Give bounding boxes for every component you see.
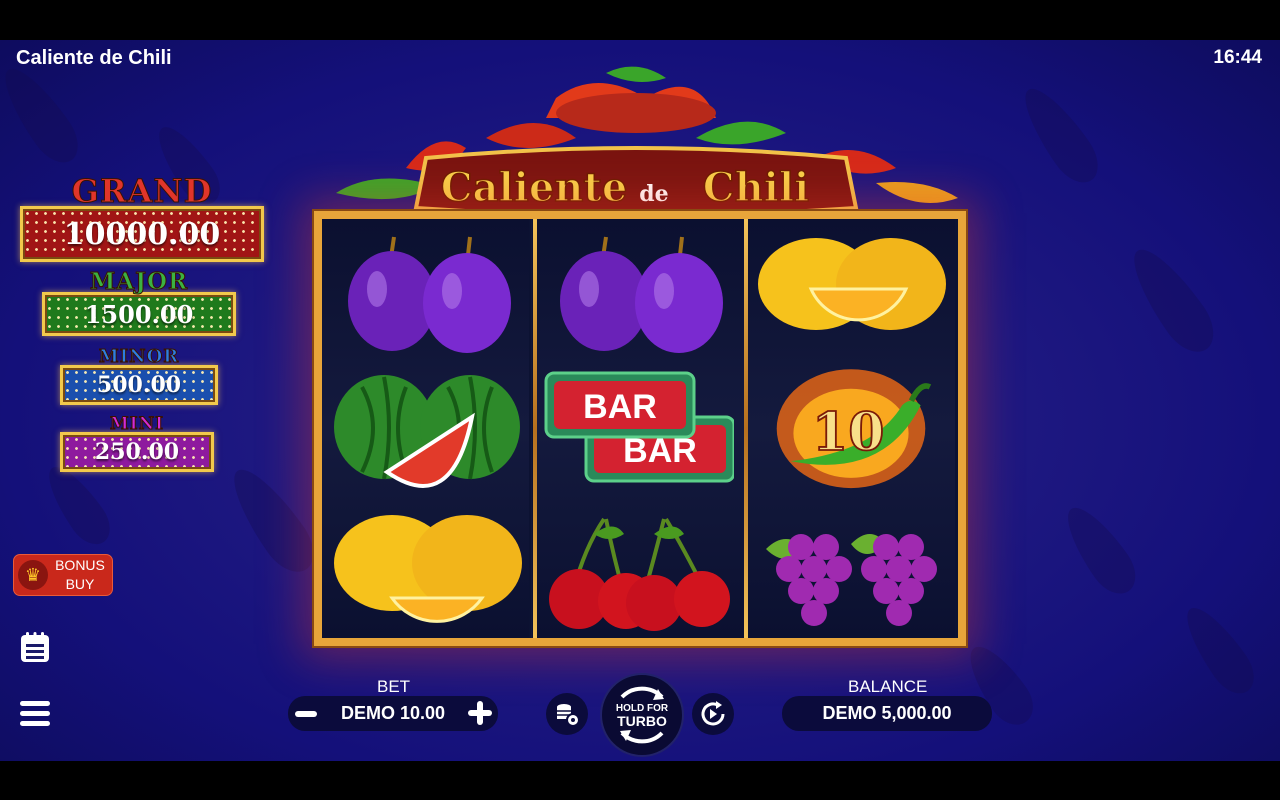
balance-label: BALANCE xyxy=(848,677,928,696)
menu-icon[interactable] xyxy=(18,697,52,731)
coins-settings-icon xyxy=(557,704,580,727)
bg-chili-decor xyxy=(0,58,88,172)
grapes-symbol xyxy=(766,534,937,626)
coin-settings-button[interactable] xyxy=(546,693,588,735)
jackpot-grand-value: 10000.00 xyxy=(63,216,221,252)
bg-chili-decor xyxy=(1119,238,1225,362)
cherry-symbol xyxy=(549,517,730,631)
jackpot-major-value: 1500.00 xyxy=(84,299,194,329)
chili-multiplier-symbol: 10 xyxy=(776,369,932,489)
game-title: Caliente de Chili xyxy=(16,47,172,69)
bonus-buy-button[interactable]: ♛ BONUS BUY xyxy=(13,554,113,596)
bg-chili-decor xyxy=(1012,78,1108,192)
jackpot-grand: GRAND 10000.00 xyxy=(20,172,264,262)
logo-word3: Chili xyxy=(703,164,810,211)
bar-text-front: BAR xyxy=(583,388,657,426)
balance-value: DEMO 5,000.00 xyxy=(822,703,952,723)
jackpot-minor-title: MINOR xyxy=(98,346,180,368)
jackpot-mini-value: 250.00 xyxy=(94,439,180,465)
jackpot-major: MAJOR 1500.00 xyxy=(42,268,236,336)
clock: 16:44 xyxy=(1213,47,1262,68)
jackpot-minor-value: 500.00 xyxy=(96,372,182,398)
jackpot-minor-box: 500.00 xyxy=(60,365,218,405)
jackpot-major-box: 1500.00 xyxy=(42,292,236,336)
paytable-icon[interactable] xyxy=(18,630,52,664)
jackpot-mini-box: 250.00 xyxy=(60,432,214,472)
bet-value: DEMO 10.00 xyxy=(340,703,446,723)
lemon-symbol xyxy=(758,238,946,330)
minus-icon[interactable] xyxy=(293,701,319,727)
spin-button[interactable]: HOLD FOR TURBO xyxy=(600,673,684,757)
bet-label: BET xyxy=(377,677,411,696)
plum-symbol xyxy=(348,236,511,353)
bonus-buy-line2: BUY xyxy=(65,576,95,592)
crown-icon: ♛ xyxy=(18,560,48,590)
jackpot-major-title: MAJOR xyxy=(89,268,189,296)
lemon-symbol xyxy=(334,515,522,623)
jackpot-grand-title: GRAND xyxy=(71,172,213,211)
bg-chili-decor xyxy=(219,458,325,582)
autoplay-button[interactable] xyxy=(692,693,734,735)
balance-display: DEMO 5,000.00 xyxy=(782,696,992,731)
jackpot-grand-box: 10000.00 xyxy=(20,206,264,262)
jackpot-mini-title: MINI xyxy=(109,414,165,435)
jackpot-minor: MINOR 500.00 xyxy=(60,346,218,405)
bar-symbol: BAR BAR xyxy=(544,371,734,483)
logo-word2: de xyxy=(639,181,668,207)
logo-word1: Caliente xyxy=(441,164,628,211)
chili-multiplier-value: 10 xyxy=(812,402,884,463)
bg-chili-decor xyxy=(1174,598,1264,702)
plus-icon[interactable] xyxy=(466,699,494,727)
autoplay-icon xyxy=(701,701,725,726)
spin-line2: TURBO xyxy=(617,713,667,729)
jackpot-mini: MINI 250.00 xyxy=(60,414,214,472)
reel-frame: BAR BAR 10 xyxy=(314,211,966,646)
watermelon-symbol xyxy=(334,375,520,488)
bg-chili-decor xyxy=(1054,497,1146,603)
plum-symbol xyxy=(560,236,723,353)
bonus-buy-line1: BONUS xyxy=(55,557,105,573)
game-logo: Caliente de Chili xyxy=(336,66,958,218)
